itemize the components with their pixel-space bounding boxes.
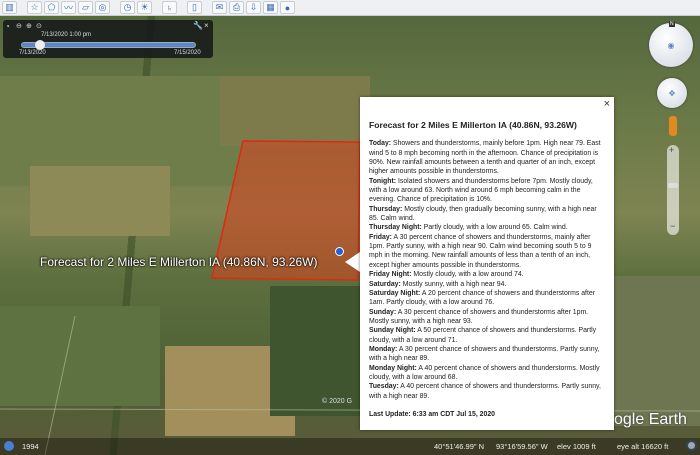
imagery-date-icon — [4, 441, 14, 451]
zoom-in-icon[interactable]: ⊕ — [26, 22, 32, 30]
period-name: Sunday: — [369, 308, 397, 316]
longitude: 93°16'59.56" W — [496, 442, 548, 451]
tour-icon[interactable]: ◎ — [95, 1, 110, 14]
maps-icon[interactable]: ▦ — [263, 1, 278, 14]
period-name: Thursday: — [369, 205, 403, 213]
close-icon[interactable]: × — [204, 21, 209, 30]
time-slider[interactable] — [21, 40, 196, 50]
ruler-icon[interactable]: ▯ — [187, 1, 202, 14]
elevation: elev 1009 ft — [557, 442, 596, 451]
last-update: Last Update: 6:33 am CDT Jul 15, 2020 — [369, 410, 495, 418]
zoom-plus-icon[interactable]: + — [669, 145, 674, 155]
email-icon[interactable]: ✉ — [212, 1, 227, 14]
forecast-period: Saturday: Mostly sunny, with a high near… — [369, 280, 605, 289]
sunlight-icon[interactable]: ☀ — [137, 1, 152, 14]
planets-icon[interactable]: ♄ — [162, 1, 177, 14]
period-name: Thursday Night: — [369, 224, 422, 232]
forecast-period: Tuesday: A 40 percent chance of showers … — [369, 382, 605, 401]
clock-icon[interactable]: ◔ — [5, 22, 10, 31]
web-icon[interactable]: ● — [280, 1, 295, 14]
road — [44, 315, 76, 455]
placemark-icon[interactable] — [335, 247, 344, 256]
period-text: A 30 percent chance of showers and thund… — [369, 233, 592, 269]
period-name: Tuesday: — [369, 383, 399, 391]
period-text: A 40 percent chance of showers and thund… — [369, 383, 601, 400]
period-name: Today: — [369, 140, 392, 148]
play-icon[interactable]: ⊙ — [36, 22, 42, 30]
period-name: Sunday Night: — [369, 327, 416, 335]
forecast-period: Friday Night: Mostly cloudy, with a low … — [369, 270, 605, 279]
copyright: © 2020 G — [322, 398, 353, 405]
zoom-minus-icon[interactable]: − — [670, 221, 675, 231]
arrows-icon: ✥ — [668, 88, 676, 98]
period-name: Tonight: — [369, 177, 397, 185]
forecast-period: Thursday: Mostly cloudy, then gradually … — [369, 205, 605, 224]
placemark-label[interactable]: Forecast for 2 Miles E Millerton IA (40.… — [40, 255, 317, 269]
period-name: Saturday Night: — [369, 289, 421, 297]
period-text: A 30 percent chance of showers and thund… — [369, 308, 589, 325]
period-name: Friday: — [369, 233, 392, 241]
sidebar-icon[interactable]: ▥ — [2, 1, 17, 14]
forecast-popup: × Forecast for 2 Miles E Millerton IA (4… — [360, 97, 614, 430]
status-bar: 1994 40°51'46.99" N 93°16'59.56" W elev … — [0, 438, 700, 455]
forecast-period: Tonight: Isolated showers and thundersto… — [369, 177, 605, 205]
north-indicator[interactable]: N — [669, 21, 675, 27]
look-control[interactable]: ◉ — [649, 23, 693, 67]
forecast-period: Thursday Night: Partly cloudy, with a lo… — [369, 223, 605, 232]
pegman-icon[interactable] — [669, 116, 677, 136]
eye-icon: ◉ — [667, 40, 675, 50]
path-icon[interactable]: 〰 — [61, 1, 76, 14]
forecast-period: Today: Showers and thunderstorms, mainly… — [369, 139, 605, 176]
placemark-icon[interactable]: ☆ — [27, 1, 42, 14]
eye-altitude: eye alt 16620 ft — [617, 442, 669, 451]
current-time: 7/13/2020 1:00 pm — [41, 32, 92, 38]
zoom-thumb[interactable] — [668, 183, 678, 188]
period-name: Saturday: — [369, 280, 401, 288]
period-text: A 30 percent chance of showers and thund… — [369, 345, 600, 363]
start-date: 7/13/2020 — [19, 50, 46, 56]
zoom-out-icon[interactable]: ⊖ — [16, 22, 22, 30]
period-text: Mostly cloudy, then gradually becoming s… — [369, 205, 597, 223]
forecast-period: Sunday: A 30 percent chance of showers a… — [369, 308, 605, 327]
overlay-icon[interactable]: ▱ — [78, 1, 93, 14]
save-image-icon[interactable]: ⇩ — [246, 1, 261, 14]
polygon-icon[interactable]: ⬠ — [44, 1, 59, 14]
period-text: Isolated showers and thunderstorms befor… — [369, 177, 593, 204]
end-date: 7/15/2020 — [174, 50, 201, 56]
status-globe-icon — [686, 440, 697, 451]
period-text: Mostly sunny, with a high near 94. — [402, 280, 507, 288]
period-name: Monday Night: — [369, 364, 417, 372]
forecast-period: Saturday Night: A 20 percent chance of s… — [369, 289, 605, 308]
forecast-list: Today: Showers and thunderstorms, mainly… — [369, 139, 605, 401]
popup-title: Forecast for 2 Miles E Millerton IA (40.… — [369, 120, 577, 130]
forecast-period: Monday: A 30 percent chance of showers a… — [369, 345, 605, 364]
close-popup-button[interactable]: × — [604, 98, 610, 109]
period-text: Mostly cloudy, with a low around 74. — [413, 271, 524, 279]
slider-thumb[interactable] — [35, 40, 46, 50]
forecast-period: Sunday Night: A 50 percent chance of sho… — [369, 326, 605, 345]
wrench-icon[interactable]: 🔧 — [193, 21, 203, 30]
toolbar: ▥ ☆ ⬠ 〰 ▱ ◎ ◷ ☀ ♄ ▯ ✉ ⎙ ⇩ ▦ ● — [0, 0, 700, 16]
period-text: Partly cloudy, with a low around 65. Cal… — [423, 224, 568, 232]
period-name: Friday Night: — [369, 271, 412, 279]
period-name: Monday: — [369, 345, 398, 353]
time-slider-panel: ◔ ⊖ ⊕ ⊙ 🔧 × 7/13/2020 1:00 pm 7/13/2020 … — [3, 20, 213, 58]
move-control[interactable]: ✥ — [657, 78, 687, 108]
google-earth-logo: ogle Earth — [614, 411, 687, 428]
print-icon[interactable]: ⎙ — [229, 1, 244, 14]
historical-imagery-icon[interactable]: ◷ — [120, 1, 135, 14]
forecast-period: Friday: A 30 percent chance of showers a… — [369, 233, 605, 270]
forecast-period: Monday Night: A 40 percent chance of sho… — [369, 364, 605, 383]
latitude: 40°51'46.99" N — [434, 442, 485, 451]
imagery-year: 1994 — [22, 442, 39, 451]
zoom-slider[interactable]: + − — [667, 145, 679, 235]
popup-pointer — [345, 252, 360, 272]
period-text: Showers and thunderstorms, mainly before… — [369, 140, 601, 176]
